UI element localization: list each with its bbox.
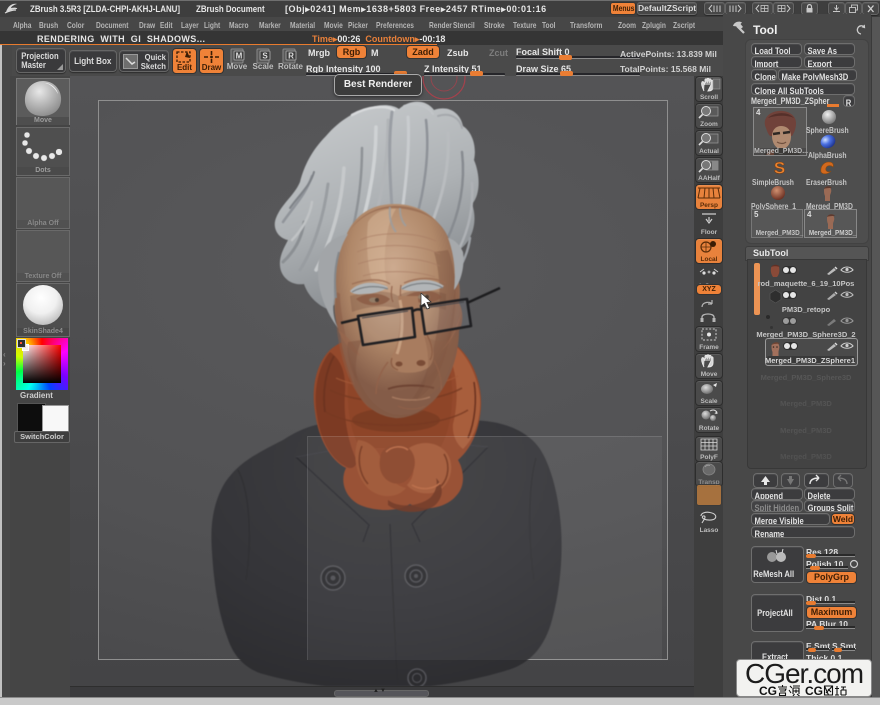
svg-text:S: S	[774, 159, 785, 177]
svg-text:R: R	[288, 52, 294, 61]
svg-text:S: S	[262, 52, 268, 61]
svg-text:M: M	[236, 52, 243, 61]
